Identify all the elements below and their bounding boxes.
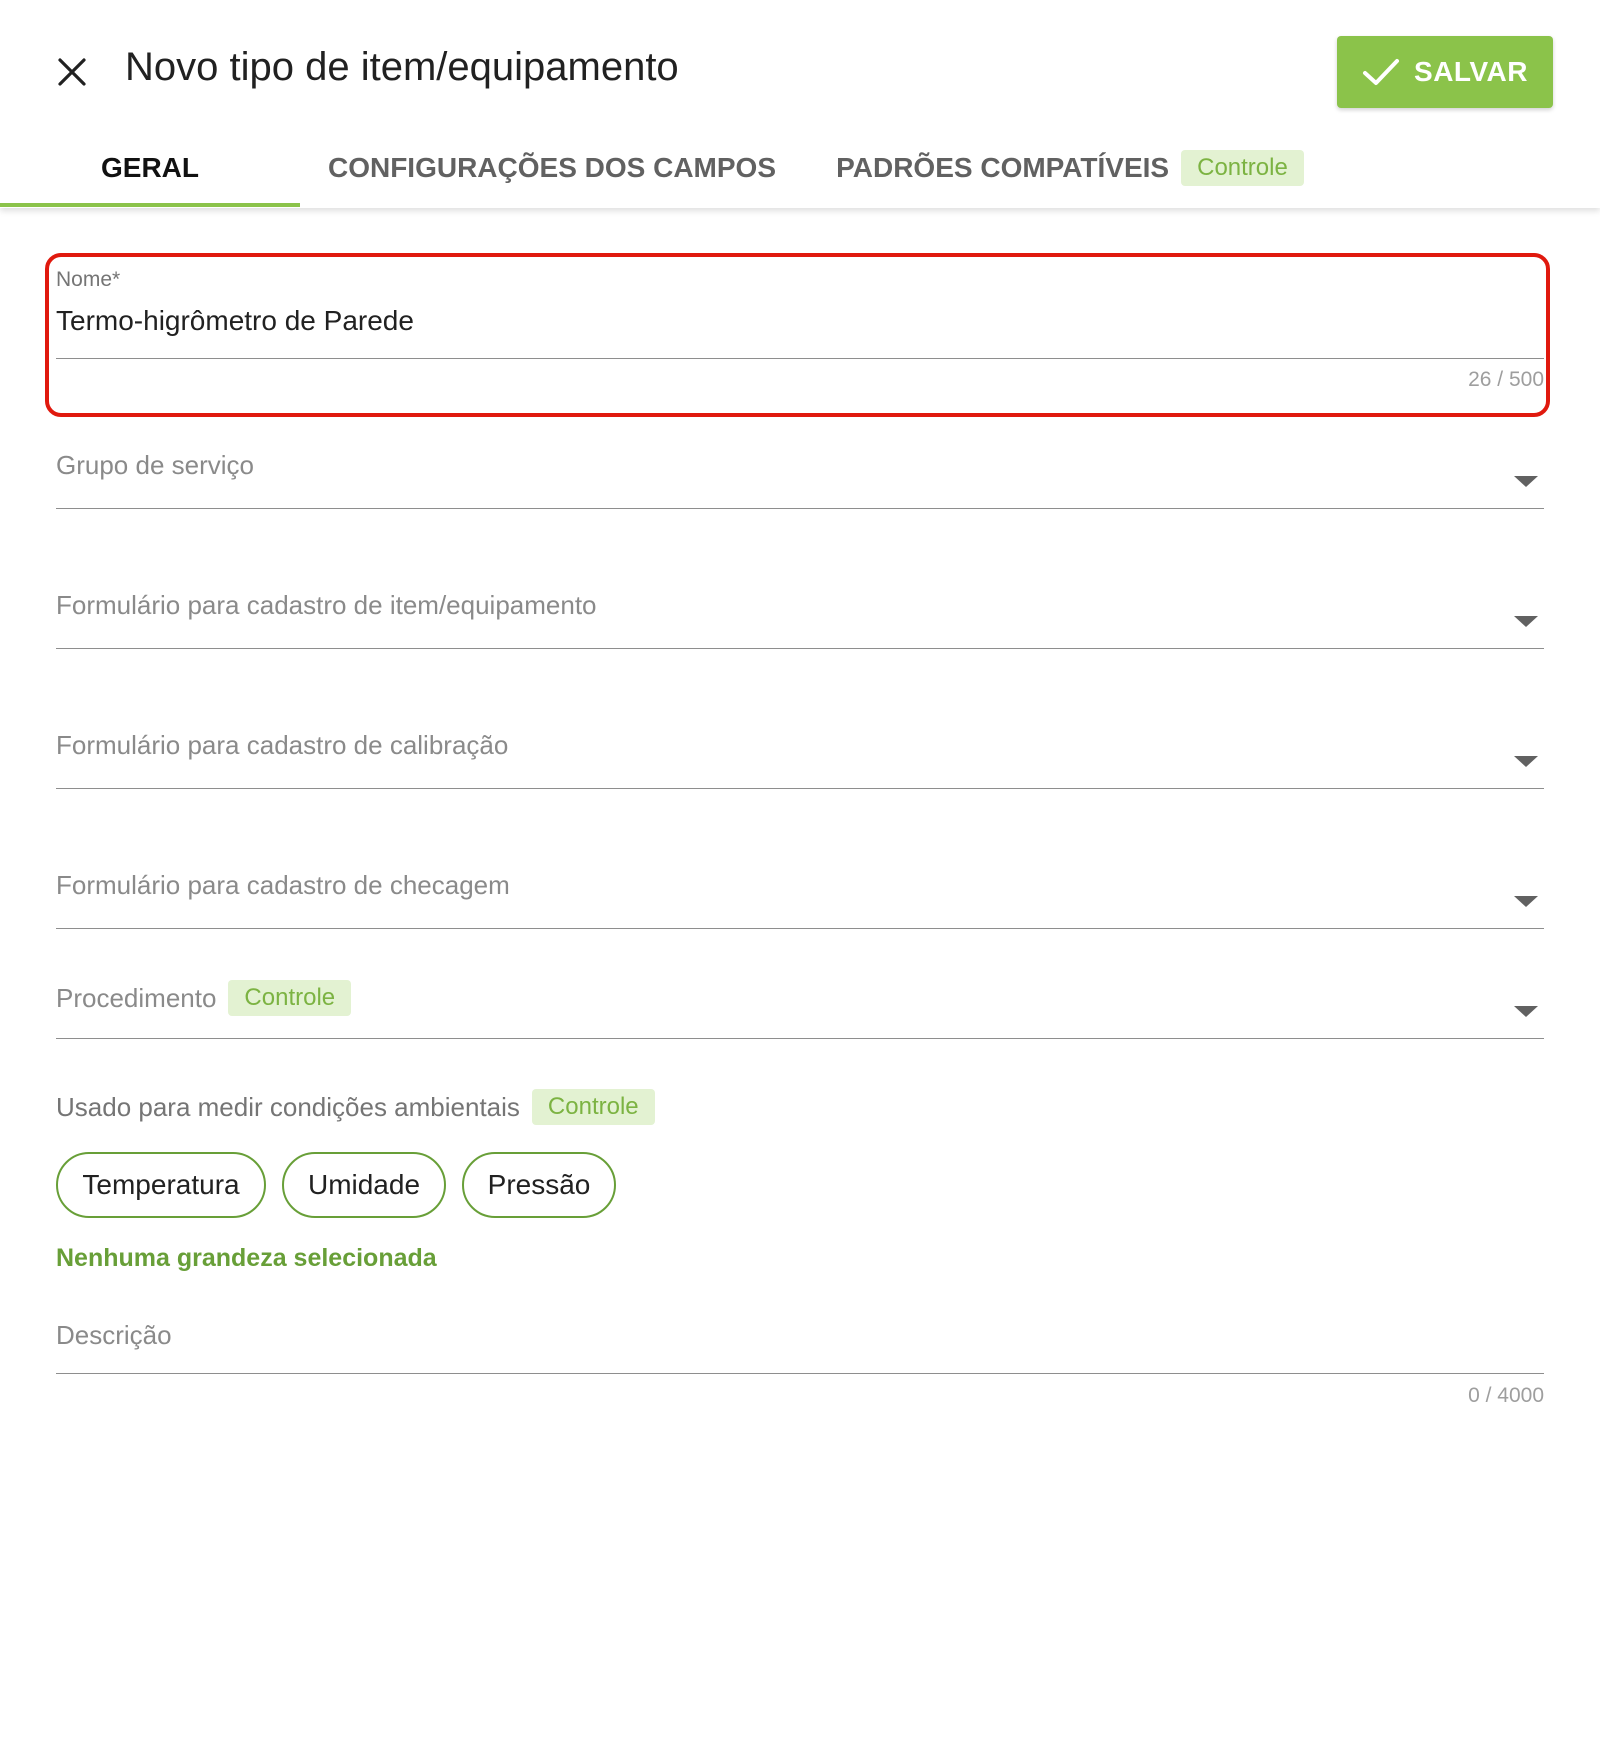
controle-badge: Controle: [1181, 150, 1304, 186]
condicoes-hint: Nenhuma grandeza selecionada: [56, 1244, 437, 1272]
grupo-servico-placeholder: Grupo de serviço: [56, 450, 254, 480]
procedimento-underline: [56, 1038, 1544, 1039]
descricao-counter: 0 / 4000: [1468, 1384, 1544, 1407]
chip-temperatura[interactable]: Temperatura: [56, 1152, 266, 1218]
active-tab-indicator: [0, 203, 300, 207]
chevron-down-icon[interactable]: [1514, 476, 1538, 487]
condicoes-ambientais-text: Usado para medir condições ambientais: [56, 1091, 520, 1122]
descricao-placeholder: Descrição: [56, 1320, 172, 1350]
descricao-underline: [56, 1373, 1544, 1374]
form-checagem-select[interactable]: Formulário para cadastro de checagem: [56, 870, 510, 901]
descricao-input[interactable]: Descrição: [56, 1320, 172, 1351]
tab-padroes-compativeis-label: PADRÕES COMPATÍVEIS: [836, 152, 1170, 183]
tab-padroes-compativeis[interactable]: PADRÕES COMPATÍVEIS Controle: [835, 128, 1305, 208]
save-button[interactable]: SALVAR: [1337, 36, 1553, 108]
chevron-down-icon[interactable]: [1514, 896, 1538, 907]
form-calibracao-placeholder: Formulário para cadastro de calibração: [56, 730, 509, 760]
dialog: Novo tipo de item/equipamento SALVAR GER…: [0, 0, 1600, 1744]
form-calibracao-select[interactable]: Formulário para cadastro de calibração: [56, 730, 508, 761]
tab-configuracoes-campos-label: CONFIGURAÇÕES DOS CAMPOS: [327, 152, 777, 183]
check-icon: [1362, 57, 1400, 87]
dialog-header: Novo tipo de item/equipamento SALVAR GER…: [0, 0, 1600, 208]
nome-input[interactable]: Termo-higrômetro de Parede: [56, 305, 414, 337]
close-icon: [58, 58, 86, 86]
procedimento-select[interactable]: Procedimento Controle: [56, 980, 352, 1016]
procedimento-placeholder: Procedimento: [56, 982, 217, 1013]
form-item-select[interactable]: Formulário para cadastro de item/equipam…: [56, 590, 597, 621]
form-checagem-underline: [56, 928, 1544, 929]
chevron-down-icon[interactable]: [1514, 1006, 1538, 1017]
chevron-down-icon[interactable]: [1514, 616, 1538, 627]
save-button-label: SALVAR: [1414, 56, 1528, 87]
tab-geral[interactable]: GERAL: [0, 128, 300, 208]
close-button[interactable]: [50, 50, 94, 94]
form-item-underline: [56, 648, 1544, 649]
dialog-title: Novo tipo de item/equipamento: [125, 45, 679, 89]
condicoes-ambientais-label: Usado para medir condições ambientais Co…: [56, 1089, 655, 1125]
nome-underline: [56, 358, 1544, 359]
nome-counter: 26 / 500: [1468, 368, 1544, 391]
tab-geral-label: GERAL: [101, 152, 199, 183]
grupo-servico-underline: [56, 508, 1544, 509]
controle-badge: Controle: [531, 1089, 655, 1125]
grupo-servico-select[interactable]: Grupo de serviço: [56, 450, 254, 481]
chevron-down-icon[interactable]: [1514, 756, 1538, 767]
controle-badge: Controle: [228, 980, 352, 1016]
tab-configuracoes-campos[interactable]: CONFIGURAÇÕES DOS CAMPOS: [320, 128, 784, 208]
form-calibracao-underline: [56, 788, 1544, 789]
chip-pressao[interactable]: Pressão: [462, 1152, 616, 1218]
nome-label: Nome*: [56, 268, 121, 291]
form-checagem-placeholder: Formulário para cadastro de checagem: [56, 870, 510, 900]
chip-umidade[interactable]: Umidade: [282, 1152, 446, 1218]
form-item-placeholder: Formulário para cadastro de item/equipam…: [56, 590, 597, 620]
